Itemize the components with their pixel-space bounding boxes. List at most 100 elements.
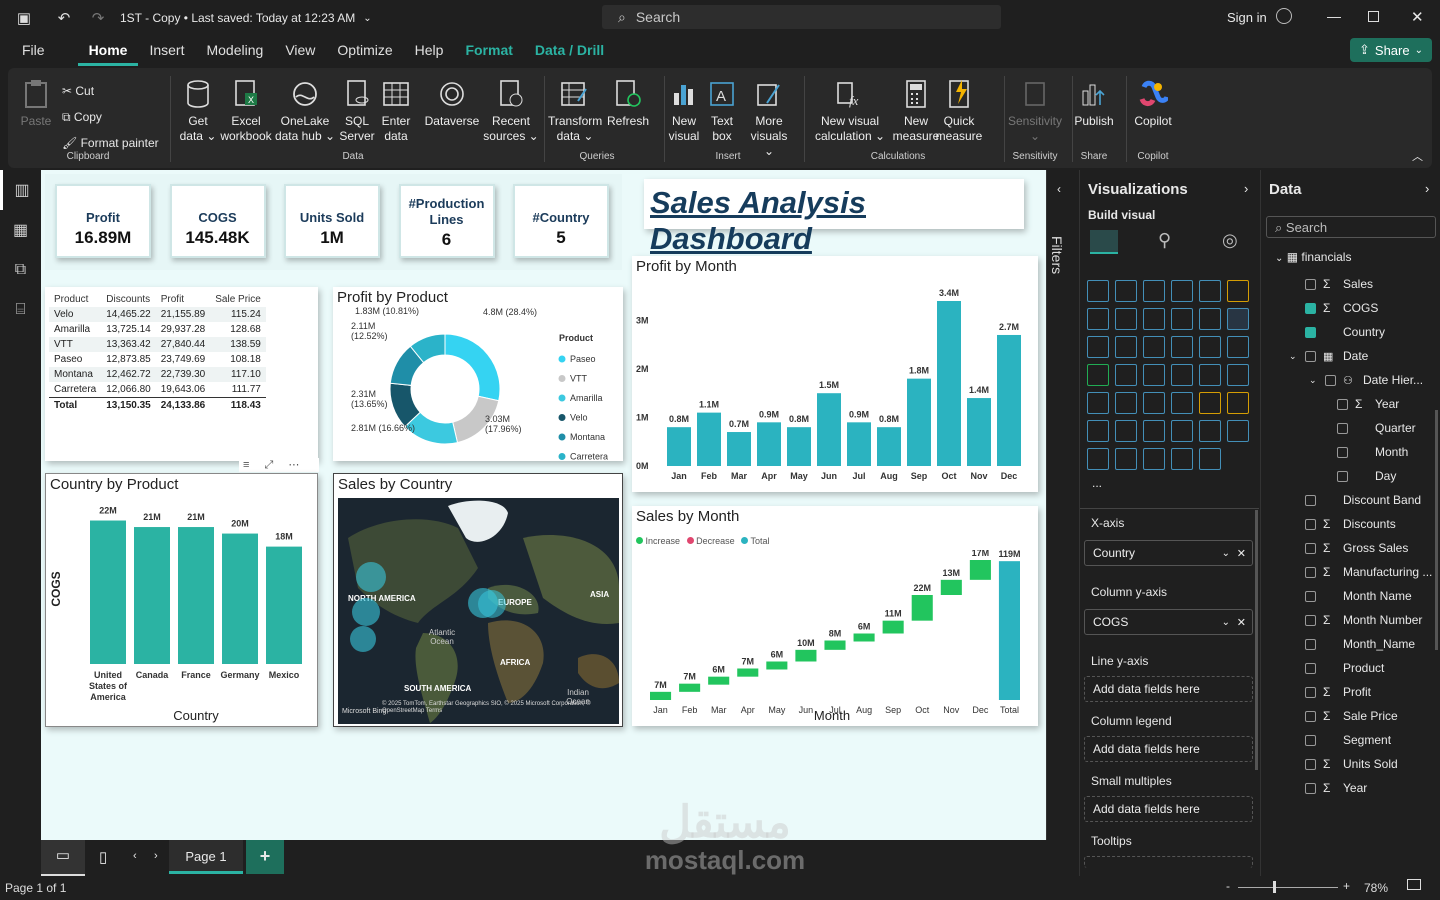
- new-visual-calculation-button[interactable]: fx New visual calculation ⌄: [814, 78, 886, 144]
- qa-icon[interactable]: [1115, 420, 1137, 442]
- paste-button[interactable]: Paste: [18, 78, 54, 129]
- field-item[interactable]: Σ Sales: [1261, 274, 1436, 294]
- field-item[interactable]: ⌄ ⚇ Date Hier...: [1261, 370, 1436, 390]
- tooltips-well[interactable]: [1084, 856, 1253, 868]
- table-icon[interactable]: [1115, 392, 1137, 414]
- azure-map-icon[interactable]: [1115, 364, 1137, 386]
- table-row[interactable]: Amarilla 13,725.14 29,937.28 128.68: [49, 322, 266, 337]
- field-checkbox[interactable]: [1305, 758, 1316, 770]
- trophy-icon[interactable]: [1199, 420, 1221, 442]
- ribbon-icon[interactable]: [1171, 308, 1193, 330]
- bar[interactable]: [766, 661, 788, 670]
- more-visuals-button[interactable]: More visuals ⌄: [746, 78, 792, 159]
- map-bubble[interactable]: [350, 626, 376, 652]
- minimize-icon[interactable]: —: [1327, 8, 1341, 24]
- search-box[interactable]: ⌕ Search: [602, 5, 1001, 29]
- powerautomate-icon[interactable]: [1143, 448, 1165, 470]
- clustered-column-icon[interactable]: [1171, 280, 1193, 302]
- field-checkbox[interactable]: [1337, 422, 1348, 434]
- bar[interactable]: [877, 427, 901, 466]
- pie-icon[interactable]: [1143, 336, 1165, 358]
- field-item[interactable]: Month_Name: [1261, 634, 1436, 654]
- next-page-icon[interactable]: ›: [154, 850, 158, 862]
- field-item[interactable]: Product: [1261, 658, 1436, 678]
- powerapps-icon[interactable]: [1227, 420, 1249, 442]
- legend-dot[interactable]: [558, 355, 566, 363]
- map-icon[interactable]: [1227, 336, 1249, 358]
- field-item[interactable]: Month: [1261, 442, 1436, 462]
- recent-sources-button[interactable]: Recent sources ⌄: [482, 78, 540, 144]
- r-visual-icon[interactable]: [1171, 392, 1193, 414]
- legend-dot[interactable]: [558, 414, 566, 421]
- bar[interactable]: [90, 520, 126, 664]
- field-item[interactable]: Σ Manufacturing ...: [1261, 562, 1436, 582]
- menu-file[interactable]: File: [11, 36, 56, 66]
- bar[interactable]: [222, 533, 258, 664]
- share-button[interactable]: ⇪ Share ⌄: [1350, 38, 1432, 62]
- bar[interactable]: [795, 649, 817, 662]
- field-item[interactable]: Σ Year: [1261, 778, 1436, 798]
- remove-field-icon[interactable]: ✕: [1237, 616, 1246, 629]
- title-dropdown-icon[interactable]: ⌄: [363, 13, 371, 24]
- bar[interactable]: [650, 691, 672, 700]
- model-view-icon[interactable]: ⧉: [0, 250, 41, 290]
- bar[interactable]: [853, 633, 875, 642]
- arcgis-icon[interactable]: [1087, 448, 1109, 470]
- redo-icon[interactable]: ↷: [88, 8, 108, 28]
- bar[interactable]: [882, 620, 904, 634]
- bar[interactable]: [667, 427, 691, 466]
- line-y-axis-well[interactable]: Add data fields here: [1084, 676, 1253, 702]
- column-header[interactable]: Discounts: [101, 292, 156, 307]
- menu-modeling[interactable]: Modeling: [195, 36, 274, 66]
- waterfall-icon[interactable]: [1227, 308, 1249, 330]
- field-checkbox[interactable]: [1305, 662, 1316, 674]
- line-icon[interactable]: [1087, 308, 1109, 330]
- legend-dot[interactable]: [558, 433, 566, 441]
- table-row[interactable]: Velo 14,465.22 21,155.89 115.24: [49, 307, 266, 322]
- data-label-line[interactable]: 2.31M: [351, 389, 376, 399]
- more-options-icon[interactable]: ⋯: [288, 459, 299, 471]
- page-tab-1[interactable]: Page 1: [169, 840, 243, 874]
- menu-format[interactable]: Format: [454, 36, 523, 66]
- sign-in-link[interactable]: Sign in: [1227, 10, 1267, 25]
- data-search[interactable]: ⌕ Search: [1266, 216, 1436, 238]
- kpi-card[interactable]: Profit 16.89M: [55, 184, 151, 258]
- filled-map-icon[interactable]: [1087, 364, 1109, 386]
- paginated-icon[interactable]: [1171, 420, 1193, 442]
- remove-field-icon[interactable]: ✕: [1237, 547, 1246, 560]
- excel-workbook-button[interactable]: X Excel workbook: [218, 78, 274, 144]
- bar[interactable]: [708, 676, 730, 685]
- gauge-icon[interactable]: [1143, 364, 1165, 386]
- scatter-icon[interactable]: [1115, 336, 1137, 358]
- bar[interactable]: [847, 422, 871, 466]
- field-checkbox[interactable]: [1337, 470, 1348, 482]
- close-icon[interactable]: ✕: [1411, 8, 1424, 26]
- map-bubble[interactable]: [356, 562, 386, 592]
- scrollbar[interactable]: [1255, 510, 1258, 770]
- enter-data-button[interactable]: Enter data: [378, 78, 414, 144]
- field-checkbox[interactable]: [1305, 494, 1316, 506]
- legend-dot[interactable]: [558, 375, 566, 382]
- bar[interactable]: [937, 301, 961, 466]
- onelake-button[interactable]: OneLake data hub ⌄: [274, 78, 336, 144]
- field-checkbox[interactable]: [1337, 398, 1348, 410]
- map-bubble[interactable]: [352, 598, 380, 626]
- bar[interactable]: [940, 579, 962, 595]
- bar[interactable]: [817, 393, 841, 466]
- bar[interactable]: [969, 560, 991, 580]
- collapse-left-icon[interactable]: ‹: [1057, 182, 1061, 196]
- map-credit[interactable]: © 2025 TomTom, Earthstar Geographics SIO…: [382, 701, 592, 715]
- new-visual-button[interactable]: New visual: [668, 78, 700, 144]
- field-item[interactable]: Σ Units Sold: [1261, 754, 1436, 774]
- diamond-icon[interactable]: [1171, 448, 1193, 470]
- decomposition-tree-icon[interactable]: [1087, 420, 1109, 442]
- multirow-card-icon[interactable]: [1199, 364, 1221, 386]
- field-checkbox[interactable]: [1305, 734, 1316, 746]
- field-checkbox[interactable]: [1305, 782, 1316, 794]
- field-item[interactable]: Discount Band: [1261, 490, 1436, 510]
- matrix-icon[interactable]: [1143, 392, 1165, 414]
- get-data-button[interactable]: Get data ⌄: [178, 78, 218, 144]
- sql-server-button[interactable]: SQL Server: [338, 78, 376, 144]
- field-checkbox[interactable]: [1305, 278, 1316, 290]
- bar[interactable]: [727, 432, 751, 466]
